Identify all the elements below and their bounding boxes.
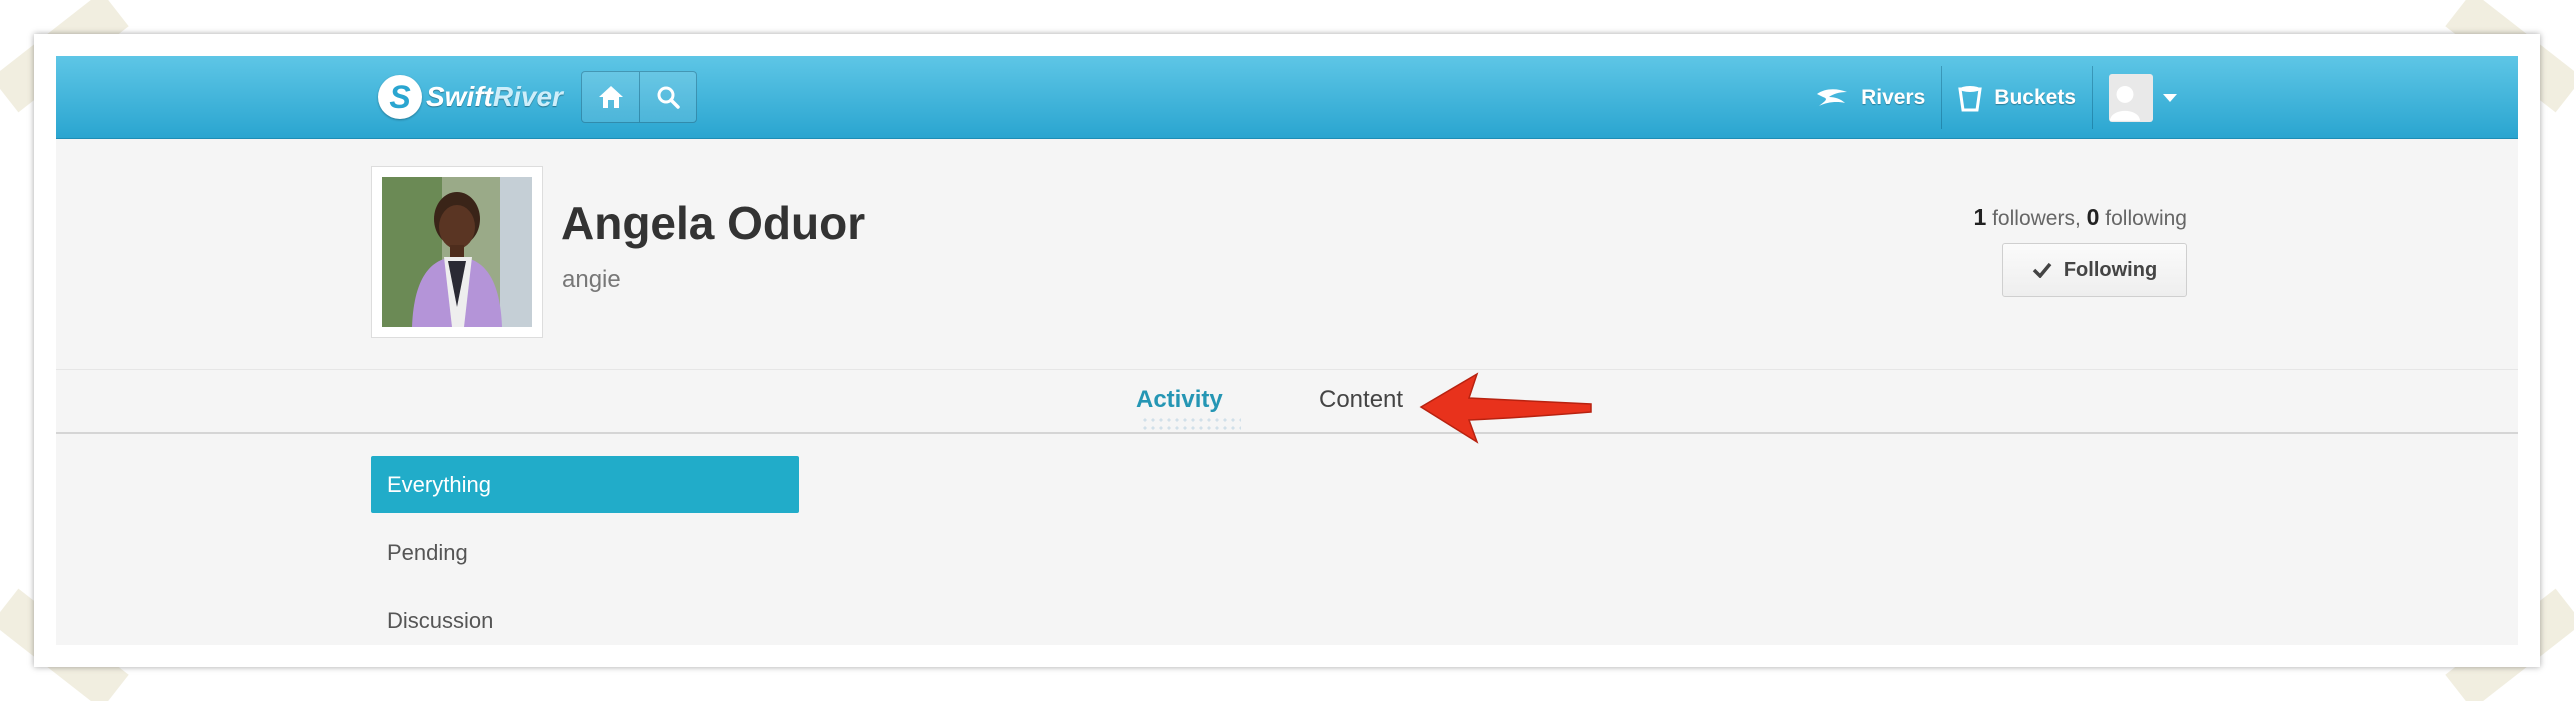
nav-rivers-label: Rivers <box>1861 85 1926 109</box>
home-button[interactable] <box>582 72 639 122</box>
river-icon <box>1817 88 1848 106</box>
profile-name: Angela Oduor <box>561 197 866 249</box>
account-menu[interactable] <box>2092 66 2193 129</box>
tab-activity[interactable]: Activity <box>1136 386 1223 414</box>
profile-photo <box>371 166 543 338</box>
following-count[interactable]: 0 <box>2087 204 2100 230</box>
follow-stats: 1 followers, 0 following <box>1973 204 2187 231</box>
search-icon <box>657 86 680 109</box>
nav-rivers[interactable]: Rivers <box>1799 66 1941 129</box>
search-button[interactable] <box>639 72 696 122</box>
following-button[interactable]: Following <box>2002 243 2187 297</box>
profile-tab-bar: Activity Content <box>56 369 2518 434</box>
annotation-arrow-icon <box>1419 372 1592 444</box>
swiftriver-logo[interactable]: S SwiftRiver <box>378 72 563 122</box>
top-navbar: S SwiftRiver Rivers Buckets <box>56 56 2518 139</box>
logo-text: SwiftRiver <box>426 81 563 112</box>
following-label: following <box>2099 207 2187 230</box>
followers-label: followers, <box>1986 207 2087 230</box>
tab-content[interactable]: Content <box>1319 386 1403 414</box>
user-avatar-icon <box>2109 73 2153 122</box>
filter-discussion[interactable]: Discussion <box>371 592 799 645</box>
chevron-down-icon <box>2163 93 2177 102</box>
nav-buckets-label: Buckets <box>1994 85 2076 109</box>
bucket-icon <box>1958 85 1983 111</box>
app-screen: S SwiftRiver Rivers Buckets Angela Oduor… <box>56 56 2518 645</box>
active-tab-indicator <box>1141 416 1241 432</box>
profile-photo-image <box>382 177 532 327</box>
following-button-label: Following <box>2063 258 2158 281</box>
quick-nav-buttons <box>581 71 697 123</box>
nav-buckets[interactable]: Buckets <box>1941 66 2092 129</box>
checkmark-icon <box>2032 262 2052 278</box>
home-icon <box>598 86 623 108</box>
user-navigation: Rivers Buckets <box>1799 66 2193 129</box>
filter-everything[interactable]: Everything <box>371 456 799 513</box>
followers-count[interactable]: 1 <box>1973 204 1986 230</box>
logo-mark-icon: S <box>378 75 422 119</box>
profile-username: angie <box>562 266 621 293</box>
filter-pending[interactable]: Pending <box>371 524 799 581</box>
